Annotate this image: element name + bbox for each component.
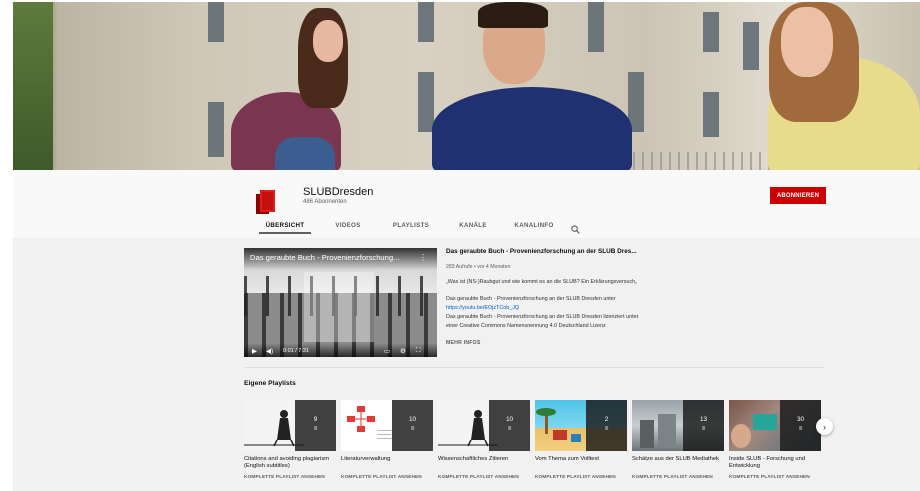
- channel-logo[interactable]: [251, 184, 287, 220]
- playlist-icon: ≡: [507, 426, 512, 432]
- playlist-thumbnail[interactable]: 30 ≡: [729, 400, 821, 451]
- more-vert-icon[interactable]: ⋮: [419, 253, 427, 262]
- video-description: „Was ist (NS-)Raubgut und wie kommt es a…: [446, 278, 646, 340]
- tab-uebersicht[interactable]: ÜBERSICHT: [259, 218, 311, 234]
- playlist-title[interactable]: Literaturverwaltung: [341, 456, 433, 470]
- playlist-thumbnail[interactable]: 9 ≡: [244, 400, 336, 451]
- playlist-title[interactable]: Schätze aus der SLUB Mediathek: [632, 456, 724, 470]
- playlist-item[interactable]: 10 ≡ Wissenschaftliches Zitieren KOMPLETT…: [438, 400, 530, 480]
- playlist-count: 2: [604, 416, 609, 423]
- main-content: Das geraubte Buch - Provenienzforschung.…: [13, 238, 920, 491]
- view-full-playlist-link[interactable]: KOMPLETTE PLAYLIST ANSEHEN: [438, 475, 530, 480]
- playlist-shelf: 9 ≡ Citations and avoiding plagiarism (En…: [244, 400, 824, 490]
- view-full-playlist-link[interactable]: KOMPLETTE PLAYLIST ANSEHEN: [341, 475, 433, 480]
- playlist-item[interactable]: 2 ≡ Vom Thema zum Volltext KOMPLETTE PLAY…: [535, 400, 627, 480]
- video-meta: 283 Aufrufe • vor 4 Monaten: [446, 264, 511, 270]
- tab-kanaele[interactable]: KANÄLE: [451, 218, 495, 233]
- playlists-heading[interactable]: Eigene Playlists: [244, 380, 296, 387]
- playlist-thumbnail[interactable]: 10 ≡: [438, 400, 530, 451]
- chevron-right-icon[interactable]: ›: [816, 418, 833, 435]
- view-full-playlist-link[interactable]: KOMPLETTE PLAYLIST ANSEHEN: [535, 475, 627, 480]
- featured-video-info: Das geraubte Buch - Provenienzforschung …: [446, 248, 646, 346]
- playlist-title[interactable]: Inside SLUB - Forschung und Entwicklung: [729, 456, 821, 470]
- play-icon[interactable]: ▶: [252, 347, 257, 355]
- gear-icon[interactable]: ⚙: [400, 347, 406, 355]
- player-time: 0:01 / 7:31: [283, 348, 309, 354]
- player-title[interactable]: Das geraubte Buch - Provenienzforschung.…: [250, 253, 399, 262]
- playlist-count: 10: [505, 416, 514, 423]
- description-line: Das geraubte Buch - Provenienzforschung …: [446, 313, 639, 329]
- video-title[interactable]: Das geraubte Buch - Provenienzforschung …: [446, 248, 646, 255]
- playlist-icon: ≡: [798, 426, 803, 432]
- playlist-icon: ≡: [701, 426, 706, 432]
- channel-header: SLUBDresden 486 Abonnenten ABONNIEREN ÜB…: [13, 170, 920, 238]
- tab-videos[interactable]: VIDEOS: [325, 218, 371, 233]
- tab-playlists[interactable]: PLAYLISTS: [381, 218, 441, 233]
- fullscreen-icon[interactable]: ⛶: [416, 347, 421, 355]
- tab-kanalinfo[interactable]: KANALINFO: [505, 218, 563, 233]
- description-line: „Was ist (NS-)Raubgut und wie kommt es a…: [446, 279, 637, 285]
- playlist-icon: ≡: [313, 426, 318, 432]
- playlist-count: 30: [796, 416, 805, 423]
- description-link[interactable]: https://youtu.be/EOjzTCob_JQ: [446, 305, 519, 311]
- playlist-item[interactable]: 30 ≡ Inside SLUB - Forschung und Entwickl…: [729, 400, 821, 480]
- playlist-count: 9: [313, 416, 318, 423]
- more-info-link[interactable]: MEHR INFOS: [446, 340, 646, 346]
- divider: [244, 367, 824, 368]
- playlist-count: 10: [408, 416, 417, 423]
- playlist-icon: ≡: [604, 426, 609, 432]
- volume-icon[interactable]: ◀): [266, 347, 273, 355]
- playlist-thumbnail[interactable]: 13 ≡: [632, 400, 724, 451]
- playlist-title[interactable]: Vom Thema zum Volltext: [535, 456, 627, 470]
- playlist-item[interactable]: 9 ≡ Citations and avoiding plagiarism (En…: [244, 400, 336, 480]
- view-full-playlist-link[interactable]: KOMPLETTE PLAYLIST ANSEHEN: [729, 475, 821, 480]
- playlist-item[interactable]: 13 ≡ Schätze aus der SLUB Mediathek KOMPL…: [632, 400, 724, 480]
- playlist-icon: ≡: [410, 426, 415, 432]
- search-icon[interactable]: [571, 221, 580, 239]
- channel-banner: [13, 2, 920, 170]
- playlist-count: 13: [699, 416, 708, 423]
- playlist-item[interactable]: 10 ≡ Literaturverwaltung KOMPLETTE PLAYLI…: [341, 400, 433, 480]
- description-line: Das geraubte Buch - Provenienzforschung …: [446, 295, 616, 302]
- channel-name[interactable]: SLUBDresden: [303, 186, 373, 198]
- playlist-title[interactable]: Wissenschaftliches Zitieren: [438, 456, 530, 470]
- subscriber-count: 486 Abonnenten: [303, 199, 347, 205]
- playlist-thumbnail[interactable]: 2 ≡: [535, 400, 627, 451]
- channel-tabs: ÜBERSICHT VIDEOS PLAYLISTS KANÄLE KANALI…: [259, 218, 580, 238]
- featured-video-player[interactable]: Das geraubte Buch - Provenienzforschung.…: [244, 248, 437, 357]
- subscribe-button[interactable]: ABONNIEREN: [770, 187, 826, 204]
- view-full-playlist-link[interactable]: KOMPLETTE PLAYLIST ANSEHEN: [632, 475, 724, 480]
- view-full-playlist-link[interactable]: KOMPLETTE PLAYLIST ANSEHEN: [244, 475, 336, 480]
- playlist-title[interactable]: Citations and avoiding plagiarism (Engli…: [244, 456, 336, 470]
- subtitles-icon[interactable]: ▭: [384, 347, 390, 355]
- playlist-thumbnail[interactable]: 10 ≡: [341, 400, 433, 451]
